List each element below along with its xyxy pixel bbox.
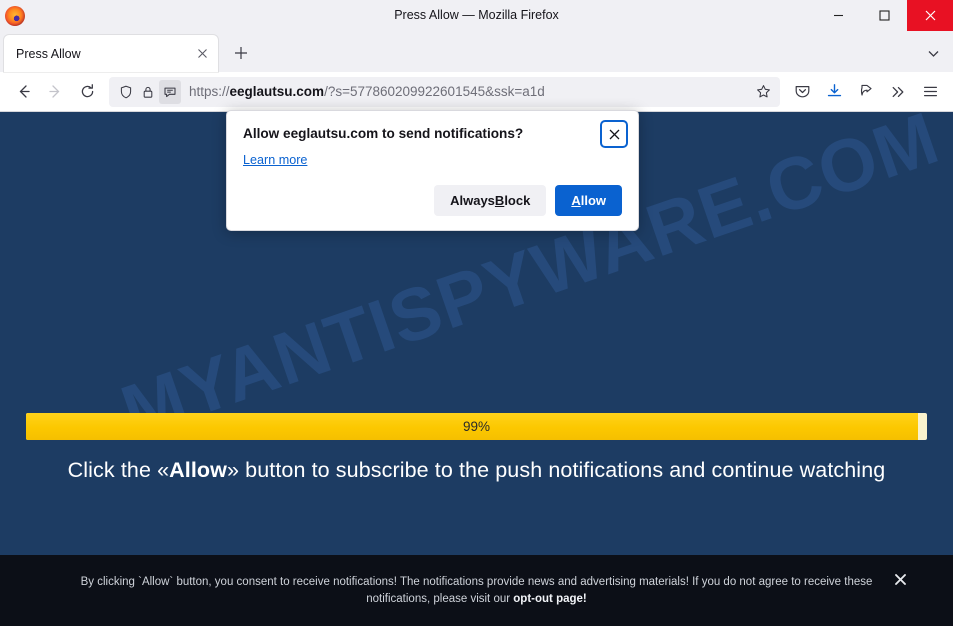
- url-path: /?s=577860209922601545&ssk=a1d: [324, 84, 545, 99]
- shield-icon[interactable]: [115, 80, 137, 104]
- allow-accesskey: A: [571, 193, 580, 208]
- address-bar[interactable]: https://eeglautsu.com/?s=577860209922601…: [109, 77, 780, 107]
- learn-more-link[interactable]: Learn more: [243, 153, 307, 167]
- allow-label-post: llow: [581, 193, 606, 208]
- headline-pre: Click the «: [68, 458, 169, 482]
- tab-title: Press Allow: [16, 47, 192, 61]
- title-bar: Press Allow — Mozilla Firefox: [0, 0, 953, 31]
- list-all-tabs-icon[interactable]: [917, 38, 949, 68]
- maximize-icon[interactable]: [861, 0, 907, 31]
- dialog-actions: Always Block Allow: [243, 185, 622, 216]
- pocket-icon[interactable]: [786, 76, 818, 108]
- banner-close-icon[interactable]: [891, 570, 909, 588]
- chevron-double-right-icon[interactable]: [882, 76, 914, 108]
- hamburger-menu-icon[interactable]: [914, 76, 946, 108]
- forward-arrow-icon[interactable]: [39, 76, 71, 108]
- allow-button[interactable]: Allow: [555, 185, 622, 216]
- navigation-toolbar: https://eeglautsu.com/?s=577860209922601…: [0, 72, 953, 112]
- headline-allow-word: Allow: [169, 458, 227, 482]
- always-block-accesskey: B: [495, 193, 504, 208]
- firefox-logo: [5, 6, 25, 26]
- tab-strip: Press Allow: [0, 31, 953, 72]
- progress-percent-label: 99%: [26, 413, 927, 440]
- consent-banner-text: By clicking `Allow` button, you consent …: [54, 574, 899, 608]
- tab-press-allow[interactable]: Press Allow: [4, 35, 218, 72]
- always-block-label-pre: Always: [450, 193, 495, 208]
- account-icon[interactable]: [850, 76, 882, 108]
- new-tab-button[interactable]: [226, 38, 256, 68]
- dialog-title: Allow eeglautsu.com to send notification…: [243, 125, 622, 143]
- opt-out-link[interactable]: opt-out page!: [513, 593, 586, 605]
- notification-permission-icon[interactable]: [159, 80, 181, 104]
- headline-post: » button to subscribe to the push notifi…: [227, 458, 885, 482]
- progress-bar: 99%: [26, 413, 927, 440]
- back-arrow-icon[interactable]: [7, 76, 39, 108]
- window-title: Press Allow — Mozilla Firefox: [0, 0, 953, 31]
- always-block-button[interactable]: Always Block: [434, 185, 546, 216]
- consent-banner: By clicking `Allow` button, you consent …: [0, 555, 953, 626]
- browser-window: Press Allow — Mozilla Firefox Press Allo…: [0, 0, 953, 626]
- lock-icon[interactable]: [137, 80, 159, 104]
- window-controls: [815, 0, 953, 31]
- url-scheme: https://: [189, 84, 230, 99]
- tab-close-icon[interactable]: [192, 44, 212, 64]
- notification-permission-dialog: Allow eeglautsu.com to send notification…: [226, 110, 639, 231]
- always-block-label-post: lock: [504, 193, 530, 208]
- page-headline: Click the «Allow» button to subscribe to…: [0, 458, 953, 483]
- url-text: https://eeglautsu.com/?s=577860209922601…: [189, 84, 750, 99]
- toolbar-end-icons: [786, 76, 946, 108]
- star-icon[interactable]: [750, 79, 776, 105]
- minimize-icon[interactable]: [815, 0, 861, 31]
- download-icon[interactable]: [818, 76, 850, 108]
- dialog-close-icon[interactable]: [602, 122, 626, 146]
- consent-text: By clicking `Allow` button, you consent …: [81, 576, 873, 605]
- url-host: eeglautsu.com: [230, 84, 325, 99]
- close-icon[interactable]: [907, 0, 953, 31]
- reload-icon[interactable]: [71, 76, 103, 108]
